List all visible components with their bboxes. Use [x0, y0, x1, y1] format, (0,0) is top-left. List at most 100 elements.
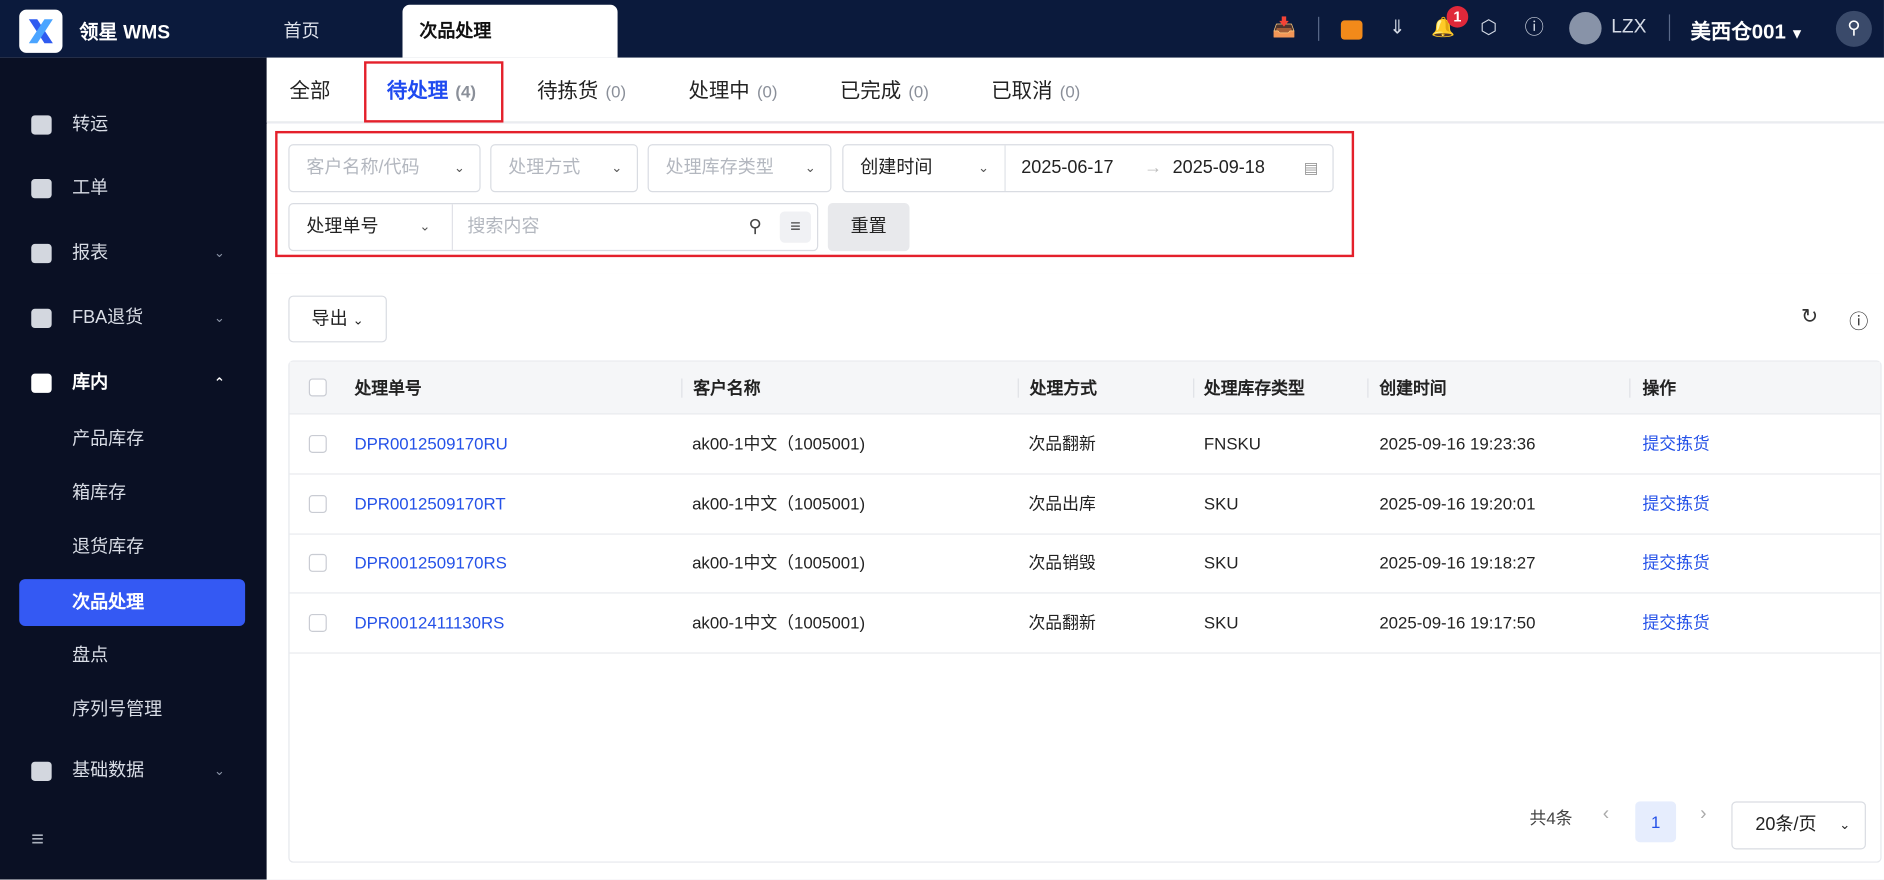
work-order-icon	[31, 179, 52, 199]
logo[interactable]	[19, 9, 63, 53]
total-count: 共4条	[1529, 808, 1573, 828]
column-resizer[interactable]	[1017, 378, 1019, 398]
chevron-down-icon: ⌄	[213, 764, 225, 779]
sidebar: 转运 工单 报表 ⌄ FBA退货 ⌄ 库内 ⌃ 产品库存 箱库存 退货库存 次品处理 …	[0, 57, 267, 880]
export-button[interactable]: 导出 ⌄	[288, 295, 387, 343]
highlight-box	[364, 61, 504, 123]
order-id-link[interactable]: DPR0012411130RS	[354, 594, 504, 653]
chevron-down-icon: ⌄	[1839, 818, 1851, 833]
sidebar-item-defective-processing[interactable]: 次品处理	[19, 579, 246, 626]
column-resizer[interactable]	[681, 378, 683, 398]
settings-icon[interactable]: ⬡	[1475, 16, 1501, 42]
row-checkbox[interactable]	[308, 494, 327, 513]
column-header-method: 处理方式	[1029, 378, 1097, 398]
submit-picking-link[interactable]: 提交拣货	[1642, 594, 1709, 653]
stock-type: FNSKU	[1203, 433, 1261, 453]
sidebar-item-box-stock[interactable]: 箱库存	[0, 470, 267, 518]
column-header-id: 处理单号	[354, 378, 422, 398]
top-bar: 领星 WMS 首页 次品处理 📥 ⇓ 🔔 1 ⬡ ⓘ LZX 美西仓001 ▼ …	[0, 0, 1884, 58]
order-id-link[interactable]: DPR0012509170RT	[354, 474, 505, 533]
order-id-link[interactable]: DPR0012509170RS	[354, 534, 506, 593]
row-checkbox[interactable]	[308, 614, 327, 633]
chevron-down-icon: ⌄	[213, 311, 225, 326]
customer-name: ak00-1中文（1005001)	[692, 553, 866, 573]
tab-to-pick[interactable]: 待拣货 (0)	[537, 58, 626, 123]
download-icon[interactable]: ⇓	[1384, 16, 1410, 42]
table-row: DPR0012509170RS ak00-1中文（1005001) 次品销毁 S…	[289, 534, 1881, 595]
sidebar-item-reports[interactable]: 报表 ⌄	[0, 229, 267, 277]
column-resizer[interactable]	[1193, 378, 1195, 398]
help-icon[interactable]: ⓘ	[1521, 16, 1547, 42]
submit-picking-link[interactable]: 提交拣货	[1642, 534, 1709, 593]
warehouse-selector[interactable]: 美西仓001 ▼	[1691, 14, 1805, 44]
sidebar-item-fba-returns[interactable]: FBA退货 ⌄	[0, 294, 267, 342]
order-id-link[interactable]: DPR0012509170RU	[354, 415, 507, 474]
submit-picking-link[interactable]: 提交拣货	[1642, 415, 1709, 474]
row-checkbox[interactable]	[308, 554, 327, 573]
sidebar-item-work-order[interactable]: 工单	[0, 165, 267, 213]
sidebar-item-stocktake[interactable]: 盘点	[0, 632, 267, 680]
data-table: 处理单号 客户名称 处理方式 处理库存类型 创建时间 操作 DPR0012509…	[288, 360, 1882, 863]
stock-type: SKU	[1203, 553, 1239, 573]
row-checkbox[interactable]	[308, 434, 327, 453]
refresh-icon[interactable]: ↻	[1801, 305, 1818, 329]
table-row: DPR0012509170RT ak00-1中文（1005001) 次品出库 S…	[289, 474, 1881, 535]
stock-type: SKU	[1203, 493, 1239, 513]
submit-picking-link[interactable]: 提交拣货	[1642, 474, 1709, 533]
column-header-created: 创建时间	[1379, 378, 1447, 398]
sidebar-item-serial-numbers[interactable]: 序列号管理	[0, 686, 267, 734]
select-all-checkbox[interactable]	[308, 378, 327, 397]
table-row: DPR0012509170RU ak00-1中文（1005001) 次品翻新 F…	[289, 415, 1881, 475]
chevron-up-icon: ⌃	[213, 376, 225, 391]
user-name[interactable]: LZX	[1611, 17, 1646, 39]
brand-name: 领星 WMS	[79, 22, 171, 44]
robot-icon[interactable]	[1338, 16, 1364, 42]
processing-method: 次品出库	[1028, 493, 1096, 513]
transfer-icon	[31, 115, 52, 135]
column-resizer[interactable]	[1367, 378, 1369, 398]
sidebar-item-transfer[interactable]: 转运	[0, 101, 267, 149]
column-resizer[interactable]	[1629, 378, 1631, 398]
created-time: 2025-09-16 19:17:50	[1379, 612, 1536, 633]
divider	[1668, 14, 1671, 41]
processing-method: 次品翻新	[1028, 612, 1096, 633]
tab-defective-processing[interactable]: 次品处理	[402, 4, 618, 58]
chevron-down-icon: ⌄	[352, 313, 364, 329]
table-header: 处理单号 客户名称 处理方式 处理库存类型 创建时间 操作	[289, 361, 1881, 415]
sidebar-item-return-stock[interactable]: 退货库存	[0, 524, 267, 572]
collapse-menu-icon[interactable]: ≡	[31, 827, 44, 852]
customer-name: ak00-1中文（1005001)	[692, 493, 866, 513]
column-header-customer: 客户名称	[693, 378, 761, 398]
divider	[1318, 16, 1320, 41]
tab-completed[interactable]: 已完成 (0)	[840, 58, 929, 123]
notification-badge: 1	[1446, 6, 1469, 28]
processing-method: 次品翻新	[1028, 433, 1096, 453]
created-time: 2025-09-16 19:18:27	[1379, 553, 1536, 573]
tab-cancelled[interactable]: 已取消 (0)	[991, 58, 1080, 123]
page-size-select[interactable]: 20条/页 ⌄	[1731, 801, 1866, 850]
customer-name: ak00-1中文（1005001)	[692, 612, 866, 633]
tab-home[interactable]: 首页	[267, 5, 337, 58]
inbox-icon[interactable]: 📥	[1271, 16, 1297, 42]
highlight-box	[275, 130, 1355, 258]
created-time: 2025-09-16 19:23:36	[1379, 433, 1536, 453]
stock-type: SKU	[1203, 612, 1239, 633]
filter-panel: 客户名称/代码 ⌄ 处理方式 ⌄ 处理库存类型 ⌄ 创建时间 ⌄ 2025-06-17…	[266, 123, 1884, 274]
page-1-button[interactable]: 1	[1635, 801, 1677, 843]
sidebar-item-product-stock[interactable]: 产品库存	[0, 416, 267, 464]
tab-all[interactable]: 全部	[290, 58, 331, 123]
search-icon[interactable]: ⚲	[1835, 10, 1872, 47]
sidebar-item-in-warehouse[interactable]: 库内 ⌃	[0, 359, 267, 407]
created-time: 2025-09-16 19:20:01	[1379, 493, 1536, 513]
caret-down-icon: ▼	[1785, 25, 1805, 43]
table-icon	[31, 761, 52, 781]
tab-processing[interactable]: 处理中 (0)	[688, 58, 777, 123]
chart-icon	[31, 243, 52, 264]
prev-page-button[interactable]: ‹	[1603, 804, 1609, 826]
sidebar-item-base-data[interactable]: 基础数据 ⌄	[0, 747, 267, 795]
avatar[interactable]	[1569, 12, 1602, 45]
next-page-button[interactable]: ›	[1700, 804, 1706, 826]
table-row: DPR0012411130RS ak00-1中文（1005001) 次品翻新 S…	[289, 594, 1881, 654]
status-tabs: 全部 待处理 (4) 待拣货 (0) 处理中 (0) 已完成 (0) 已取消 (0)	[266, 57, 1884, 123]
help-icon[interactable]: ⓘ	[1849, 305, 1868, 334]
